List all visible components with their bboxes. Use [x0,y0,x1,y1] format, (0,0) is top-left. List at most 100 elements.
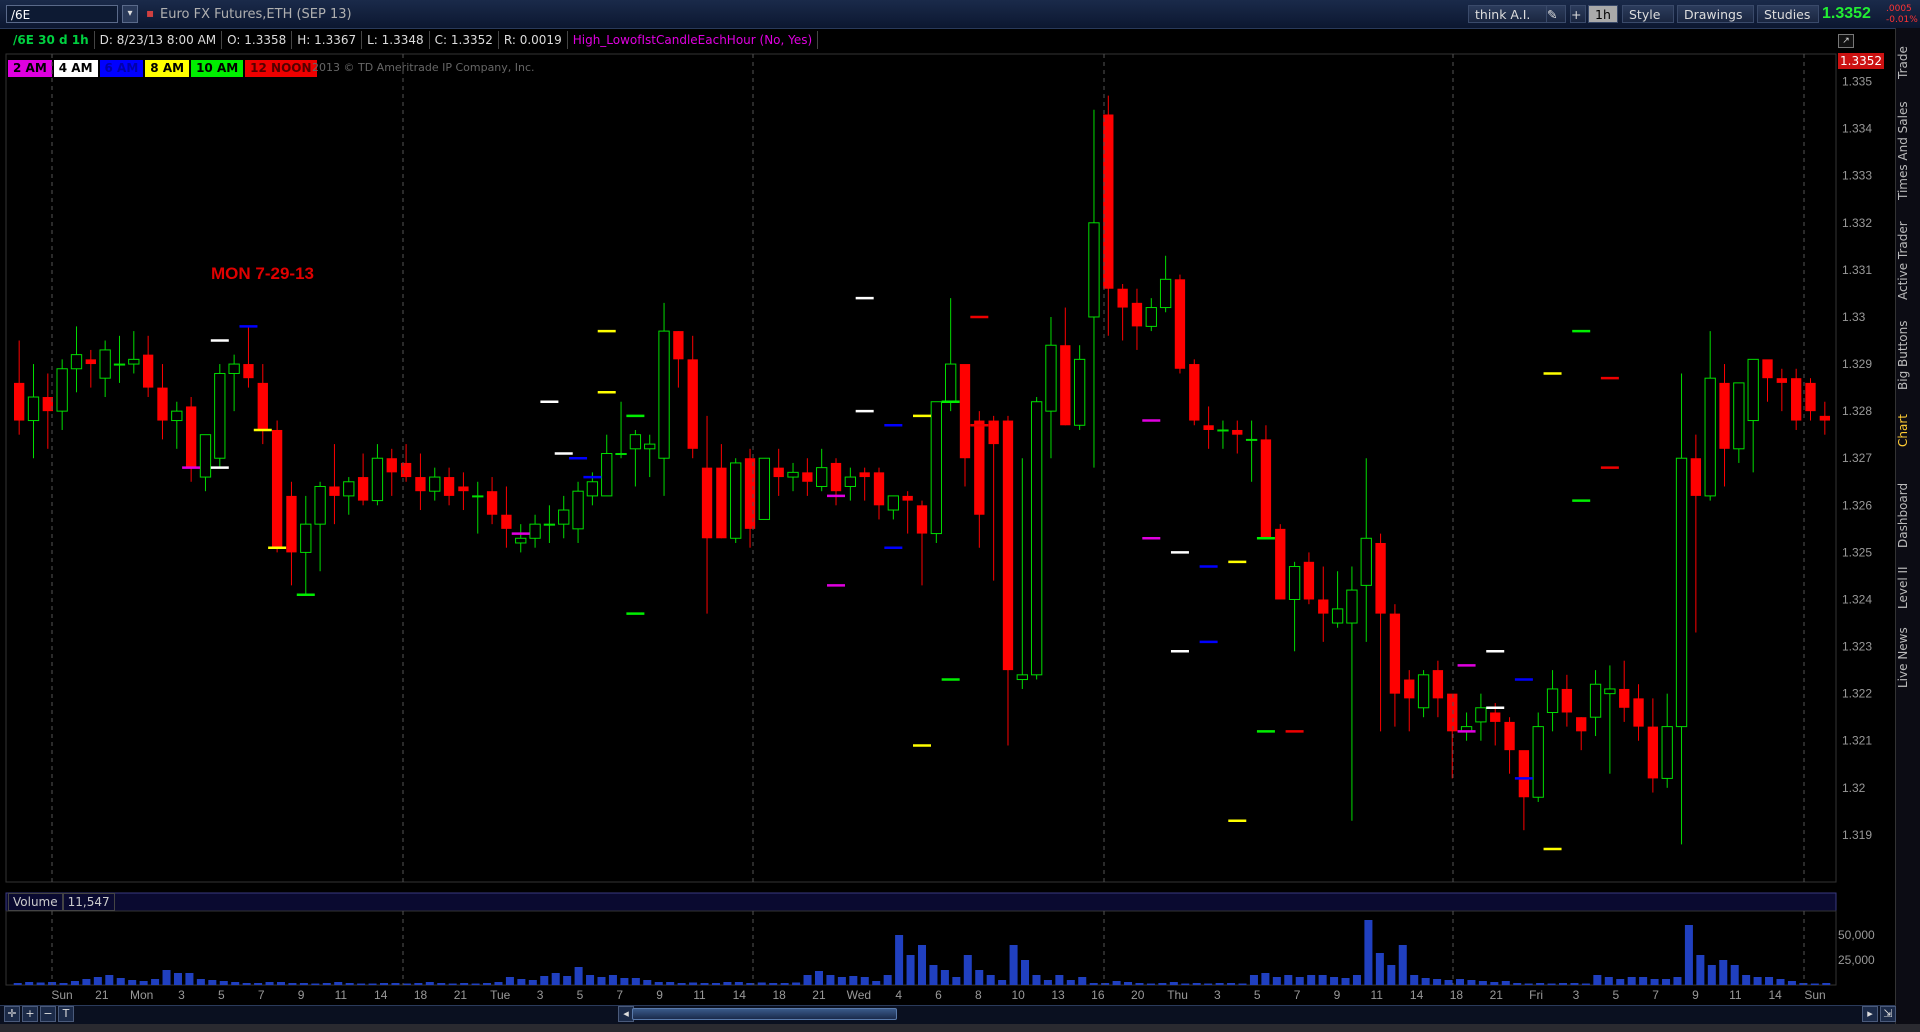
volume-bar [288,983,297,985]
candle [228,354,240,412]
volume-bar [254,983,263,985]
y-tick-label: 1.322 [1842,687,1872,701]
pan-icon[interactable]: ✛ [4,1006,20,1022]
candle-body [844,476,857,487]
x-tick-label: 6 [935,988,942,1002]
volume-bar [528,980,537,985]
candle [1675,373,1688,845]
candle [386,448,397,496]
candle-body [386,458,397,473]
volume-bar [780,983,789,985]
side-tab-live-news[interactable]: Live News [1896,618,1920,698]
x-tick-label: 14 [1768,988,1782,1002]
candle-body [1360,537,1372,586]
price-chart[interactable]: 1.319 1.32 1.321 1.322 1.323 1.324 1.325 1.326 1… [0,0,1895,1005]
volume-bar [574,967,583,985]
candle [1647,698,1659,793]
side-tab-times-and-sales[interactable]: Times And Sales [1896,98,1920,203]
candle [1103,95,1114,336]
candle [1561,674,1573,727]
volume-bar [1490,982,1499,985]
scroll-right-icon[interactable]: ▸ [1862,1006,1878,1022]
candle-body [357,477,369,501]
x-tick-label: 9 [298,988,305,1002]
volume-bar [93,977,102,985]
candle-body [1447,693,1458,732]
expand-icon[interactable]: ⇲ [1880,1006,1896,1022]
candle [644,434,656,478]
side-tab-big-buttons[interactable]: Big Buttons [1896,318,1920,393]
volume-bar [357,983,366,985]
side-tab-chart[interactable]: Chart [1896,398,1920,463]
candle [501,486,512,548]
candle-body [1174,279,1186,369]
volume-bar [1066,980,1075,985]
volume-bar [1398,945,1407,985]
volume-bar [1559,983,1568,985]
candle-body [1016,674,1028,681]
candle-body [1117,288,1128,308]
candle-body [529,523,541,539]
timeline-scrollbar[interactable] [632,1008,897,1020]
candle [257,364,268,445]
side-tab-dashboard[interactable]: Dashboard [1896,478,1920,553]
candle-body [1260,439,1272,539]
volume-bar [1753,977,1762,985]
candle [157,364,168,440]
candle [1661,693,1673,788]
x-tick-label: 21 [1490,988,1504,1002]
candle [1604,665,1616,774]
candle-body [1704,377,1716,497]
candle-body [974,420,985,515]
candle [85,349,96,388]
candle-body [1518,750,1530,798]
candle-body [271,429,283,548]
candle-body [27,396,40,422]
volume-bar [116,978,125,985]
volume-bar [1765,977,1774,985]
candle-body [859,472,870,478]
candle [1232,420,1243,454]
candle [758,457,771,520]
candle [615,401,627,459]
zoom-out-icon[interactable]: − [40,1006,56,1022]
zoom-in-icon[interactable]: + [22,1006,38,1022]
candle [830,458,842,506]
bottom-toolbar [0,1005,1895,1024]
x-tick-label: 7 [1652,988,1659,1002]
volume-bar [139,981,148,985]
candle [56,359,68,430]
candle-body [243,364,254,379]
volume-bar [849,976,858,985]
volume-bar [1639,977,1648,985]
candle [271,420,283,553]
volume-bar [1387,965,1396,985]
volume-bar [814,971,823,985]
volume-bar [620,978,629,985]
volume-bar [1581,983,1590,985]
side-tab-trade[interactable]: Trade [1896,38,1920,88]
side-tab-level-ii[interactable]: Level II [1896,563,1920,613]
price-axis-marker[interactable]: ↗ [1838,34,1854,48]
x-tick-label: 13 [1051,988,1065,1002]
candle-body [443,477,455,496]
candle [1518,750,1530,831]
candle-body [1532,726,1544,798]
volume-bar [1799,983,1808,985]
candle [1475,693,1487,741]
chart-annotation[interactable]: MON 7-29-13 [211,264,314,284]
side-tab-active-trader[interactable]: Active Trader [1896,208,1920,313]
candle-body [543,523,556,526]
status-bar [0,1024,1920,1032]
volume-bar [1593,975,1602,985]
volume-bar [402,983,411,985]
x-tick-label: 18 [1450,988,1464,1002]
candle [1791,368,1802,430]
candle-body [501,514,512,529]
volume-bar [803,975,812,985]
volume-bar [1524,983,1533,985]
text-tool-icon[interactable]: T [58,1006,74,1022]
candle-body [644,443,656,450]
candle-body [1561,688,1573,713]
candle-body [113,363,126,366]
